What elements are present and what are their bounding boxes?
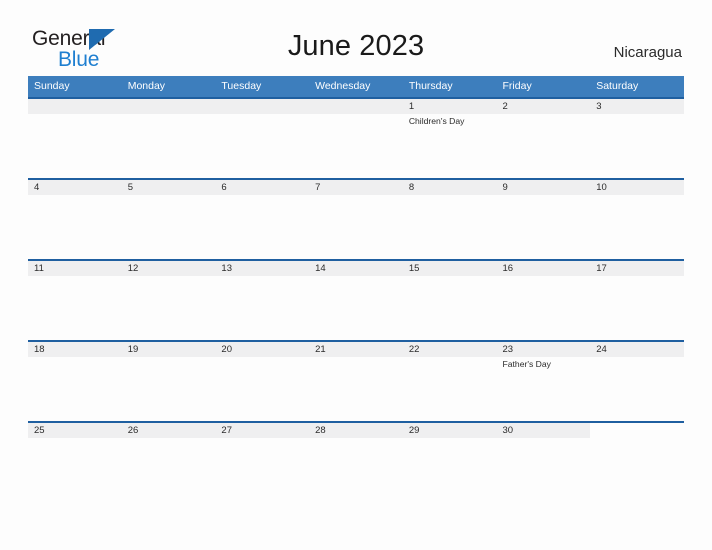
calendar-day-cell[interactable]: 12 [121, 261, 216, 340]
calendar-day-cell[interactable]: 27 [215, 423, 310, 451]
holiday-event-label: Father's Day [502, 359, 551, 369]
page-header: General Blue June 2023 Nicaragua [0, 0, 712, 76]
calendar-weeks: 1 Children's Day 2 3 4 5 6 7 8 9 10 11 12 13 14 15 16 17 1… [28, 97, 684, 451]
calendar-day-cell[interactable]: 8 [402, 180, 497, 259]
calendar-day-cell[interactable]: 11 [28, 261, 122, 340]
calendar-empty-cell [309, 99, 403, 178]
day-number [590, 423, 684, 438]
day-number [215, 99, 310, 114]
day-number: 2 [496, 99, 591, 114]
calendar-day-cell[interactable]: 10 [590, 180, 684, 259]
calendar-day-cell[interactable]: 14 [309, 261, 403, 340]
weekday-header-row: Sunday Monday Tuesday Wednesday Thursday… [28, 76, 684, 97]
calendar-empty-cell [590, 423, 684, 451]
day-number: 30 [496, 423, 591, 438]
day-number: 3 [590, 99, 684, 114]
calendar-day-cell[interactable]: 3 [590, 99, 684, 178]
calendar-week-row: 25 26 27 28 29 30 [28, 421, 684, 451]
calendar-empty-cell [215, 99, 310, 178]
weekday-header-sunday: Sunday [34, 80, 70, 92]
day-number: 15 [402, 261, 497, 276]
day-number: 26 [121, 423, 216, 438]
calendar-day-cell[interactable]: 28 [309, 423, 403, 451]
day-number: 24 [590, 342, 684, 357]
calendar-day-cell[interactable]: 19 [121, 342, 216, 421]
calendar-day-cell[interactable]: 13 [215, 261, 310, 340]
calendar-day-cell[interactable]: 2 [496, 99, 591, 178]
day-number: 11 [28, 261, 122, 276]
calendar-week-row: 11 12 13 14 15 16 17 [28, 259, 684, 340]
day-number: 14 [309, 261, 403, 276]
weekday-header-monday: Monday [127, 80, 166, 92]
day-number: 7 [309, 180, 403, 195]
calendar-week-cells: 11 12 13 14 15 16 17 [28, 261, 684, 340]
day-number: 13 [215, 261, 310, 276]
day-events: Father's Day [497, 357, 591, 370]
day-number: 21 [309, 342, 403, 357]
calendar-day-cell[interactable]: 23 Father's Day [496, 342, 591, 421]
calendar-day-cell[interactable]: 15 [402, 261, 497, 340]
country-label: Nicaragua [613, 44, 682, 61]
day-number: 10 [590, 180, 684, 195]
calendar-week-row: 1 Children's Day 2 3 [28, 97, 684, 178]
day-number: 17 [590, 261, 684, 276]
calendar-day-cell[interactable]: 24 [590, 342, 684, 421]
calendar-day-cell[interactable]: 7 [309, 180, 403, 259]
day-number: 16 [496, 261, 591, 276]
calendar-day-cell[interactable]: 16 [496, 261, 591, 340]
holiday-event-label: Children's Day [408, 116, 465, 126]
calendar-day-cell[interactable]: 29 [402, 423, 497, 451]
day-number: 27 [215, 423, 310, 438]
calendar-day-cell[interactable]: 5 [121, 180, 216, 259]
day-events: Children's Day [403, 114, 497, 127]
calendar-day-cell[interactable]: 25 [28, 423, 122, 451]
day-number: 23 [496, 342, 591, 357]
weekday-header-wednesday: Wednesday [315, 80, 371, 92]
day-number: 5 [121, 180, 216, 195]
weekday-header-saturday: Saturday [596, 80, 639, 92]
calendar-day-cell[interactable]: 20 [215, 342, 310, 421]
calendar-day-cell[interactable]: 18 [28, 342, 122, 421]
calendar-week-row: 4 5 6 7 8 9 10 [28, 178, 684, 259]
calendar-day-cell[interactable]: 17 [590, 261, 684, 340]
calendar-empty-cell [121, 99, 216, 178]
calendar-week-cells: 1 Children's Day 2 3 [28, 99, 684, 178]
calendar-day-cell[interactable]: 26 [121, 423, 216, 451]
day-number: 4 [28, 180, 122, 195]
day-number: 12 [121, 261, 216, 276]
calendar-week-cells: 18 19 20 21 22 23 Father's Day 24 [28, 342, 684, 421]
calendar-page: General Blue June 2023 Nicaragua Sunday … [0, 0, 712, 550]
day-number: 9 [496, 180, 591, 195]
calendar-day-cell[interactable]: 6 [215, 180, 310, 259]
day-number [121, 99, 216, 114]
weekday-header-friday: Friday [502, 80, 532, 92]
day-number [28, 99, 122, 114]
day-number: 29 [402, 423, 497, 438]
day-number: 1 [402, 99, 497, 114]
day-number: 19 [121, 342, 216, 357]
day-number [309, 99, 403, 114]
calendar-day-cell[interactable]: 22 [402, 342, 497, 421]
calendar-week-cells: 25 26 27 28 29 30 [28, 423, 684, 451]
weekday-header-tuesday: Tuesday [221, 80, 262, 92]
calendar-day-cell[interactable]: 30 [496, 423, 591, 451]
calendar-week-cells: 4 5 6 7 8 9 10 [28, 180, 684, 259]
weekday-header-thursday: Thursday [408, 80, 453, 92]
calendar-day-cell[interactable]: 21 [309, 342, 403, 421]
page-title: June 2023 [287, 30, 425, 62]
calendar-empty-cell [28, 99, 122, 178]
calendar-grid: Sunday Monday Tuesday Wednesday Thursday… [28, 76, 684, 451]
day-number: 18 [28, 342, 122, 357]
day-number: 20 [215, 342, 310, 357]
day-number: 28 [309, 423, 403, 438]
calendar-week-row: 18 19 20 21 22 23 Father's Day 24 [28, 340, 684, 421]
calendar-day-cell[interactable]: 9 [496, 180, 591, 259]
day-number: 22 [402, 342, 497, 357]
calendar-day-cell[interactable]: 4 [28, 180, 122, 259]
day-number: 25 [28, 423, 122, 438]
calendar-day-cell[interactable]: 1 Children's Day [402, 99, 497, 178]
day-number: 6 [215, 180, 310, 195]
day-number: 8 [402, 180, 497, 195]
